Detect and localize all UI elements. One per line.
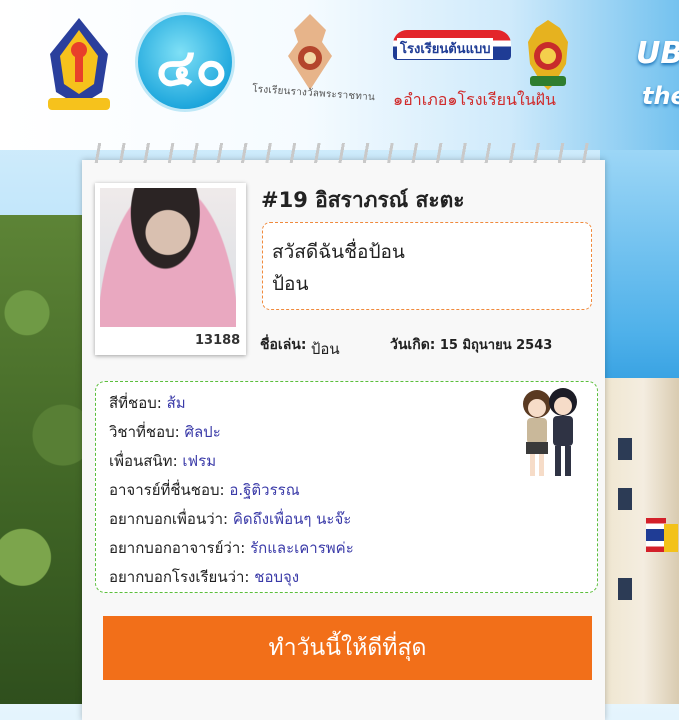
favorite-label: อยากบอกโรงเรียนว่า: <box>109 568 250 586</box>
favorite-value: รักและเคารพค่ะ <box>250 539 354 557</box>
motto-button[interactable]: ทำวันนี้ให้ดีที่สุด <box>103 616 592 680</box>
nickname-label: ชื่อเล่น: <box>260 337 307 353</box>
birthday-field: วันเกิด: 15 มิถุนายน 2543 <box>390 334 552 356</box>
favorite-label: เพื่อนสนิท: <box>109 452 178 470</box>
royal-award-emblem-icon <box>288 14 332 90</box>
brand-text-2: the <box>642 82 679 110</box>
brand-text-1: UB <box>636 36 679 71</box>
favorite-row: อยากบอกโรงเรียนว่า: ชอบจุง <box>109 565 299 589</box>
obec-emblem-icon <box>528 20 568 90</box>
anniversary-logo: ๔๐ <box>135 12 235 112</box>
background-sky <box>600 150 679 378</box>
student-photo-frame: 13188 <box>95 183 246 355</box>
favorite-row: เพื่อนสนิท: เฟรม <box>109 449 216 473</box>
favorite-row: อาจารย์ที่ชื่นชอบ: อ.ฐิติวรรณ <box>109 478 300 502</box>
favorite-label: อาจารย์ที่ชื่นชอบ: <box>109 481 225 499</box>
student-photo <box>100 188 236 327</box>
favorite-row: วิชาที่ชอบ: ศิลปะ <box>109 420 221 444</box>
notebook-rings <box>84 143 604 163</box>
nickname-value: ป้อน <box>310 340 340 358</box>
favorite-value: คิดถึงเพื่อนๆ นะจ๊ะ <box>232 510 352 528</box>
background-building <box>600 378 679 704</box>
greeting-line-2: ป้อน <box>272 273 309 295</box>
royal-award-caption: โรงเรียนรางวัลพระราชทาน <box>251 83 376 104</box>
student-name: #19 อิสราภรณ์ สะตะ <box>261 188 465 212</box>
header-banner: ๔๐ โรงเรียนรางวัลพระราชทาน โรงเรียนต้นแบ… <box>0 0 679 150</box>
nickname-field: ชื่อเล่น: ป้อน <box>260 332 340 358</box>
favorite-value: อ.ฐิติวรรณ <box>229 481 300 499</box>
chibi-couple-icon <box>523 388 577 476</box>
yellow-flag-icon <box>664 524 678 552</box>
favorite-value: ส้ม <box>166 394 186 412</box>
greeting-box: สวัสดีฉันชื่อป้อน ป้อน <box>262 222 592 310</box>
favorite-label: วิชาที่ชอบ: <box>109 423 180 441</box>
favorite-label: อยากบอกอาจารย์ว่า: <box>109 539 246 557</box>
background-trees <box>0 215 90 704</box>
favorite-row: อยากบอกเพื่อนว่า: คิดถึงเพื่อนๆ นะจ๊ะ <box>109 507 351 531</box>
favorite-label: สีที่ชอบ: <box>109 394 162 412</box>
favorite-value: ศิลปะ <box>184 423 221 441</box>
favorite-row: อยากบอกอาจารย์ว่า: รักและเคารพค่ะ <box>109 536 354 560</box>
school-emblem-icon <box>48 18 110 110</box>
favorite-value: ชอบจุง <box>254 568 300 586</box>
greeting-line-1: สวัสดีฉันชื่อป้อน <box>272 241 405 263</box>
favorite-row: สีที่ชอบ: ส้ม <box>109 391 186 415</box>
student-id: 13188 <box>195 333 241 348</box>
favorite-value: เฟรม <box>182 452 217 470</box>
dream-school-badge: โรงเรียนต้นแบบ <box>393 30 511 60</box>
thai-flag-icon <box>646 518 666 552</box>
birthday-value: 15 มิถุนายน 2543 <box>439 338 553 353</box>
birthday-label: วันเกิด: <box>390 337 436 353</box>
favorite-label: อยากบอกเพื่อนว่า: <box>109 510 229 528</box>
